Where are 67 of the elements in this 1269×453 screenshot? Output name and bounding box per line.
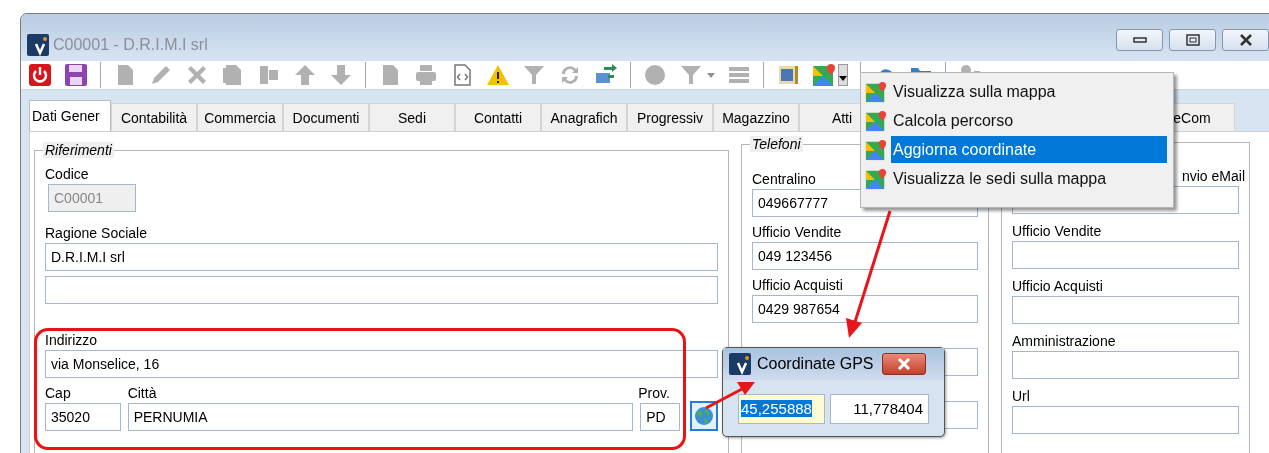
calendar-icon[interactable] xyxy=(776,63,800,87)
field-label: Indirizzo xyxy=(45,331,98,350)
map-icon xyxy=(865,80,887,103)
menu-item[interactable]: Visualizza sulla mappa xyxy=(891,78,1167,105)
section-title: Riferimenti xyxy=(43,142,114,158)
map-icon xyxy=(865,109,887,132)
app-logo-icon xyxy=(27,33,49,56)
field-label: Ufficio Acquisti xyxy=(1012,277,1103,296)
tab[interactable]: Contabilità xyxy=(111,103,197,131)
close-button[interactable] xyxy=(1222,29,1269,51)
tab[interactable]: Dati Gener xyxy=(29,100,111,131)
contact-field[interactable] xyxy=(1012,241,1239,269)
field-label: Url xyxy=(1012,387,1030,406)
city-field[interactable]: PERNUMIA xyxy=(127,403,634,431)
field-label: Ufficio Vendite xyxy=(752,223,842,242)
map-icon xyxy=(865,138,887,161)
field-label: Codice xyxy=(45,165,89,184)
dropdown-button[interactable] xyxy=(838,64,848,86)
app-logo-icon xyxy=(729,353,751,375)
maximize-button[interactable] xyxy=(1169,29,1216,51)
dialog-title: Coordinate GPS xyxy=(757,355,874,373)
globe-button[interactable] xyxy=(690,401,718,431)
field-label: nvio eMail xyxy=(1181,167,1245,186)
field-label: Prov. xyxy=(638,384,670,403)
tab[interactable]: Contatti xyxy=(455,103,541,131)
tab[interactable]: Documenti xyxy=(283,103,369,131)
contact-field[interactable] xyxy=(1012,351,1239,379)
province-field[interactable]: PD xyxy=(640,403,681,431)
field-label: Ufficio Acquisti xyxy=(752,276,843,295)
tab[interactable]: Sedi xyxy=(369,103,455,131)
tab[interactable]: Progressiv xyxy=(627,103,713,131)
map-icon[interactable] xyxy=(812,63,836,87)
company-name-line-field[interactable] xyxy=(45,276,718,304)
company-name-field[interactable]: D.R.I.M.I srl xyxy=(45,243,718,271)
close-button[interactable] xyxy=(881,353,926,375)
tab[interactable]: Commercia xyxy=(197,103,283,131)
caret-icon[interactable] xyxy=(707,72,715,78)
menu-item[interactable]: Visualizza le sedi sulla mappa xyxy=(891,165,1167,192)
field-label: Cap xyxy=(45,384,71,403)
power-icon[interactable] xyxy=(28,63,52,87)
contact-field[interactable] xyxy=(1012,296,1239,324)
tab[interactable]: Magazzino xyxy=(713,103,799,131)
longitude-field[interactable]: 11,778404 xyxy=(830,394,929,424)
close-icon xyxy=(896,358,911,370)
tab[interactable]: Anagrafich xyxy=(541,103,627,131)
latitude-field[interactable]: 45,255888 xyxy=(738,394,825,424)
field-label: Città xyxy=(127,384,157,403)
section-title: Telefoni xyxy=(750,136,803,152)
phone-field[interactable]: 0429 987654 xyxy=(752,295,978,323)
postcode-field[interactable]: 35020 xyxy=(45,403,121,431)
field-label: Amministrazione xyxy=(1012,332,1116,351)
field-label: Ragione Sociale xyxy=(45,224,147,243)
warning-icon[interactable] xyxy=(486,63,510,87)
close-icon xyxy=(1238,34,1253,46)
contact-field[interactable] xyxy=(1012,406,1239,434)
floppy-icon[interactable] xyxy=(64,63,88,87)
phone-field[interactable]: 049 123456 xyxy=(752,242,978,270)
field-label: Ufficio Vendite xyxy=(1012,222,1102,241)
maximize-icon xyxy=(1185,34,1200,46)
minimize-icon xyxy=(1132,36,1147,44)
minimize-button[interactable] xyxy=(1116,29,1163,51)
field-label: Centralino xyxy=(752,170,816,189)
menu-item[interactable]: Aggiorna coordinate xyxy=(891,136,1167,163)
address-field[interactable]: via Monselice, 16 xyxy=(45,350,718,378)
window-title: C00001 - D.R.I.M.I srl xyxy=(53,35,208,54)
map-icon xyxy=(865,167,887,190)
caret-icon xyxy=(839,76,847,82)
